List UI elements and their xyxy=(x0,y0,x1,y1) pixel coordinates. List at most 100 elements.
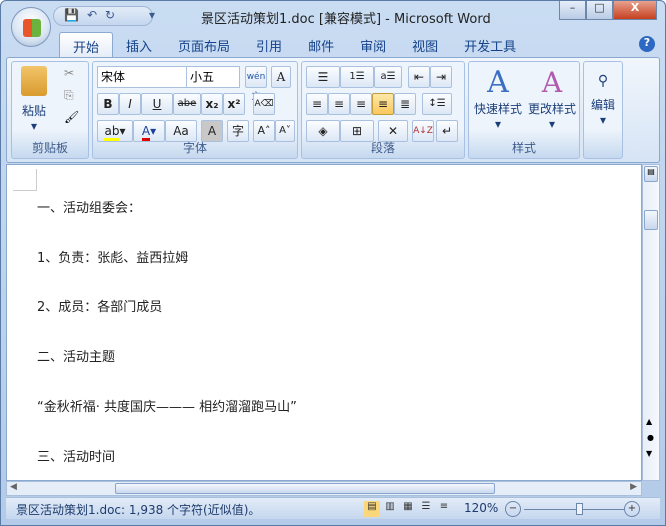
help-icon[interactable]: ? xyxy=(639,36,655,52)
vertical-scrollbar[interactable]: ▤ ▲ ● ▼ xyxy=(642,164,660,481)
minimize-button[interactable]: – xyxy=(559,1,586,20)
maximize-button[interactable]: □ xyxy=(586,1,613,20)
ribbon-tabs: 开始 插入 页面布局 引用 邮件 审阅 视图 开发工具 xyxy=(59,32,529,58)
character-border-button[interactable]: A xyxy=(271,66,291,88)
scroll-right-icon[interactable]: ▶ xyxy=(630,482,637,492)
tab-view[interactable]: 视图 xyxy=(399,32,451,58)
tab-review[interactable]: 审阅 xyxy=(347,32,399,58)
align-center-button[interactable]: ≡ xyxy=(328,93,350,115)
save-icon[interactable]: 💾 xyxy=(64,8,79,24)
editing-group: ⚲ 编辑 ▾ xyxy=(583,61,623,159)
format-painter-icon[interactable]: 🖌 xyxy=(64,110,79,124)
change-styles-button[interactable]: A 更改样式 ▾ xyxy=(525,66,579,131)
page-corner-mark xyxy=(13,169,37,191)
doc-line: 二、活动主题 xyxy=(37,350,116,365)
tab-page-layout[interactable]: 页面布局 xyxy=(165,32,243,58)
title-bar: 景区活动策划1.doc [兼容模式] - Microsoft Word 💾 ↶ … xyxy=(1,1,665,31)
styles-group: A 快速样式 ▾ A 更改样式 ▾ 样式 xyxy=(468,61,580,159)
underline-button[interactable]: U xyxy=(141,93,173,115)
italic-button[interactable]: I xyxy=(119,93,141,115)
editing-label: 编辑 xyxy=(590,98,615,112)
outline-view-icon[interactable]: ☰ xyxy=(418,501,434,517)
tab-references[interactable]: 引用 xyxy=(243,32,295,58)
strikethrough-button[interactable]: abe xyxy=(173,93,201,115)
full-screen-reading-icon[interactable]: ▥ xyxy=(382,501,398,517)
quick-styles-icon: A xyxy=(487,65,509,100)
next-page-icon[interactable]: ▼ xyxy=(646,449,652,458)
phonetic-guide-button[interactable]: wén文 xyxy=(245,66,267,102)
multilevel-list-button[interactable]: a☰ xyxy=(374,66,402,88)
distributed-button[interactable]: ≣ xyxy=(394,93,416,115)
ribbon: 粘贴▾ ✂ ⎘ 🖌 剪贴板 宋体 小五 wén文 A B I U abe x₂ … xyxy=(6,57,660,163)
quick-access-toolbar: 💾 ↶ ↻ xyxy=(53,6,153,26)
line-spacing-button[interactable]: ↕☰ xyxy=(422,93,452,115)
print-layout-view-icon[interactable]: ▤ xyxy=(364,501,380,517)
customize-qat-icon[interactable]: ▾ xyxy=(149,8,155,22)
align-right-button[interactable]: ≡ xyxy=(350,93,372,115)
tab-insert[interactable]: 插入 xyxy=(113,32,165,58)
doc-line: 一、活动组委会： xyxy=(37,201,142,216)
zoom-out-button[interactable]: − xyxy=(505,501,521,517)
binoculars-icon: ⚲ xyxy=(597,73,609,89)
doc-line: “金秋祈福· 共度国庆——— 相约溜溜跑马山” xyxy=(37,400,297,415)
clear-formatting-button[interactable]: A⌫ xyxy=(253,93,275,115)
zoom-in-button[interactable]: + xyxy=(624,501,640,517)
browse-object-icon[interactable]: ● xyxy=(647,433,654,442)
justify-button[interactable]: ≡ xyxy=(372,93,394,115)
font-group: 宋体 小五 wén文 A B I U abe x₂ x² A⌫ ab▾ A▾ A… xyxy=(92,61,298,159)
office-button[interactable] xyxy=(11,7,51,47)
undo-icon[interactable]: ↶ xyxy=(87,8,97,24)
change-styles-label: 更改样式 xyxy=(527,102,576,116)
doc-line: 2、成员：各部门成员 xyxy=(37,300,163,315)
window-title: 景区活动策划1.doc [兼容模式] - Microsoft Word xyxy=(201,12,491,27)
change-styles-icon: A xyxy=(541,66,563,99)
clipboard-label: 剪贴板 xyxy=(31,141,68,155)
quick-styles-button[interactable]: A 快速样式 ▾ xyxy=(471,65,525,132)
word-count-status[interactable]: 景区活动策划1.doc: 1,938 个字符(近似值)。 xyxy=(16,501,260,518)
font-size-combo[interactable]: 小五 xyxy=(186,66,240,88)
bold-button[interactable]: B xyxy=(97,93,119,115)
bullets-button[interactable]: ☰ xyxy=(306,66,340,88)
close-button[interactable]: X xyxy=(613,1,657,20)
quick-styles-label: 快速样式 xyxy=(473,102,522,116)
horizontal-scrollbar[interactable]: ◀ ▶ xyxy=(6,481,642,496)
tab-home[interactable]: 开始 xyxy=(59,32,114,58)
font-group-label: 字体 xyxy=(182,141,207,155)
scroll-left-icon[interactable]: ◀ xyxy=(10,482,17,492)
web-layout-icon[interactable]: ▦ xyxy=(400,501,416,517)
font-name-combo[interactable]: 宋体 xyxy=(97,66,187,88)
doc-line: 1、负责：张彪、益西拉姆 xyxy=(37,251,189,266)
paste-button[interactable]: 粘贴 ▾ xyxy=(16,66,52,133)
document-area[interactable]: 一、活动组委会： 1、负责：张彪、益西拉姆 2、成员：各部门成员 二、活动主题 … xyxy=(6,164,642,481)
zoom-slider-thumb[interactable] xyxy=(576,503,583,515)
editing-button[interactable]: ⚲ 编辑 ▾ xyxy=(586,66,620,127)
increase-indent-button[interactable]: ⇥ xyxy=(430,66,452,88)
paste-icon xyxy=(21,66,47,96)
draft-view-icon[interactable]: ≡ xyxy=(436,501,452,517)
ruler-toggle-icon[interactable]: ▤ xyxy=(644,166,658,182)
zoom-slider[interactable] xyxy=(524,509,624,510)
tab-mailings[interactable]: 邮件 xyxy=(295,32,347,58)
cut-icon[interactable]: ✂ xyxy=(64,66,74,80)
numbering-button[interactable]: 1☰ xyxy=(340,66,374,88)
zoom-level[interactable]: 120% xyxy=(464,501,498,515)
doc-line: 三、活动时间 xyxy=(37,450,116,465)
subscript-button[interactable]: x₂ xyxy=(201,93,223,115)
clipboard-group: 粘贴 ▾ ✂ ⎘ 🖌 剪贴板 xyxy=(11,61,89,159)
previous-page-icon[interactable]: ▲ xyxy=(646,417,652,426)
copy-icon[interactable]: ⎘ xyxy=(64,88,74,103)
redo-icon[interactable]: ↻ xyxy=(105,8,115,24)
vertical-scroll-thumb[interactable] xyxy=(644,210,658,230)
styles-group-label: 样式 xyxy=(511,141,536,155)
horizontal-scroll-thumb[interactable] xyxy=(115,483,495,494)
align-left-button[interactable]: ≡ xyxy=(306,93,328,115)
status-bar: 景区活动策划1.doc: 1,938 个字符(近似值)。 ▤ ▥ ▦ ☰ ≡ 1… xyxy=(6,497,660,519)
word-window: 景区活动策划1.doc [兼容模式] - Microsoft Word 💾 ↶ … xyxy=(0,0,666,526)
office-logo-icon xyxy=(23,19,41,37)
decrease-indent-button[interactable]: ⇤ xyxy=(408,66,430,88)
tab-developer[interactable]: 开发工具 xyxy=(451,32,529,58)
paste-label: 粘贴 xyxy=(21,104,46,118)
superscript-button[interactable]: x² xyxy=(223,93,245,115)
paragraph-group: ☰ 1☰ a☰ ⇤ ⇥ ≡ ≡ ≡ ≡ ≣ ↕☰ ◈ ⊞ ✕ A↓Z ↵ 段落 xyxy=(301,61,465,159)
paragraph-group-label: 段落 xyxy=(370,141,395,155)
